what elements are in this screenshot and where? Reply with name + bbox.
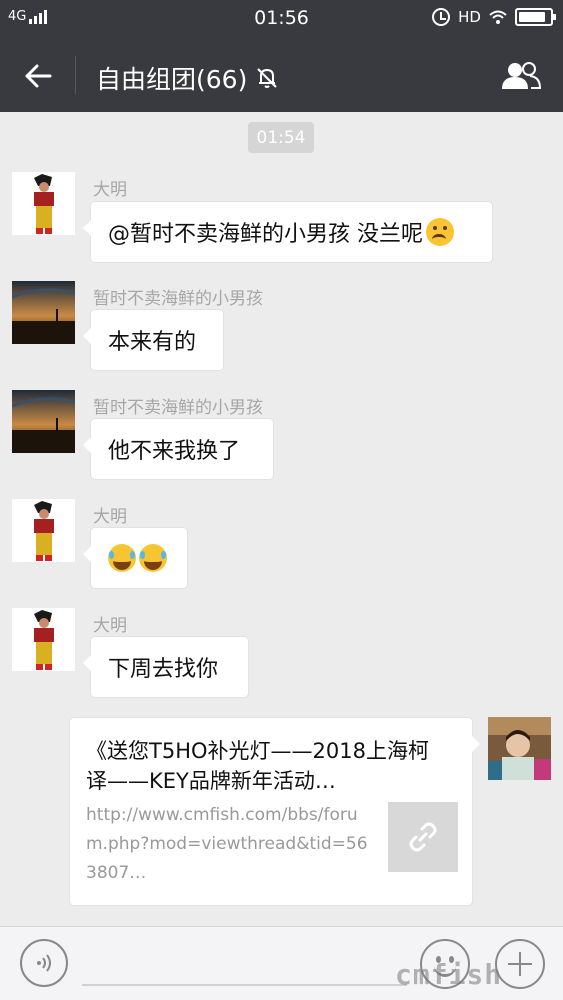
status-bar: 4G 01:56 HD [0, 0, 563, 38]
message-text: 下周去找你 [108, 657, 219, 682]
message-text: 他不来我换了 [108, 439, 241, 464]
alarm-icon [432, 8, 451, 26]
message-bubble[interactable]: 本来有的 [83, 309, 224, 371]
link-card[interactable]: 《送您T5HO补光灯——2018上海柯译——KEY品牌新年活动… http://… [69, 717, 480, 906]
chat-title: 自由组团(66) [96, 60, 279, 96]
message-bubble[interactable]: @暂时不卖海鲜的小男孩 没兰呢 [83, 201, 493, 263]
link-thumbnail [388, 802, 458, 872]
back-button[interactable] [16, 56, 60, 96]
message-text: @暂时不卖海鲜的小男孩 没兰呢 [108, 222, 423, 247]
battery-icon [515, 8, 556, 26]
sender-name: 暂时不卖海鲜的小男孩 [93, 398, 263, 418]
time-badge: 01:54 [248, 122, 314, 153]
laughing-tears-face-icon [139, 544, 167, 572]
sender-name: 大明 [93, 507, 127, 527]
voice-button[interactable] [20, 939, 68, 987]
chat-title-text: 自由组团(66) [96, 65, 248, 94]
child-photo-avatar[interactable] [488, 717, 551, 780]
message-bubble[interactable]: 他不来我换了 [83, 418, 274, 480]
sender-name: 大明 [93, 180, 127, 200]
sender-name: 大明 [93, 616, 127, 636]
link-icon [409, 822, 437, 852]
sender-name: 暂时不卖海鲜的小男孩 [93, 289, 263, 309]
voice-icon [37, 954, 51, 972]
wifi-icon [489, 10, 507, 24]
watermark: cmfish [395, 958, 503, 991]
group-members-icon [502, 62, 542, 89]
anime-character-avatar[interactable] [12, 172, 75, 235]
mute-bell-icon [257, 68, 278, 88]
status-icons: HD [432, 8, 556, 26]
anime-character-avatar[interactable] [12, 499, 75, 562]
battery-level [519, 12, 545, 22]
message-bubble[interactable]: 下周去找你 [83, 636, 249, 698]
header-divider [75, 56, 76, 94]
link-url: http://www.cmfish.com/bbs/forum.php?mod=… [86, 805, 368, 883]
plus-button[interactable] [495, 939, 545, 989]
message-input[interactable] [82, 984, 407, 986]
group-members-button[interactable] [499, 56, 543, 96]
back-arrow-icon [25, 64, 52, 88]
thinking-face-icon [426, 218, 454, 246]
message-bubble[interactable] [83, 527, 188, 589]
hd-label: HD [458, 8, 481, 26]
anime-character-avatar[interactable] [12, 608, 75, 671]
link-title: 《送您T5HO补光灯——2018上海柯译——KEY品牌新年活动… [86, 739, 429, 793]
sunset-photo-avatar[interactable] [12, 281, 75, 344]
message-text: 本来有的 [108, 330, 197, 355]
chat-header: 自由组团(66) [0, 38, 563, 112]
sunset-photo-avatar[interactable] [12, 390, 75, 453]
laughing-tears-face-icon [108, 544, 136, 572]
